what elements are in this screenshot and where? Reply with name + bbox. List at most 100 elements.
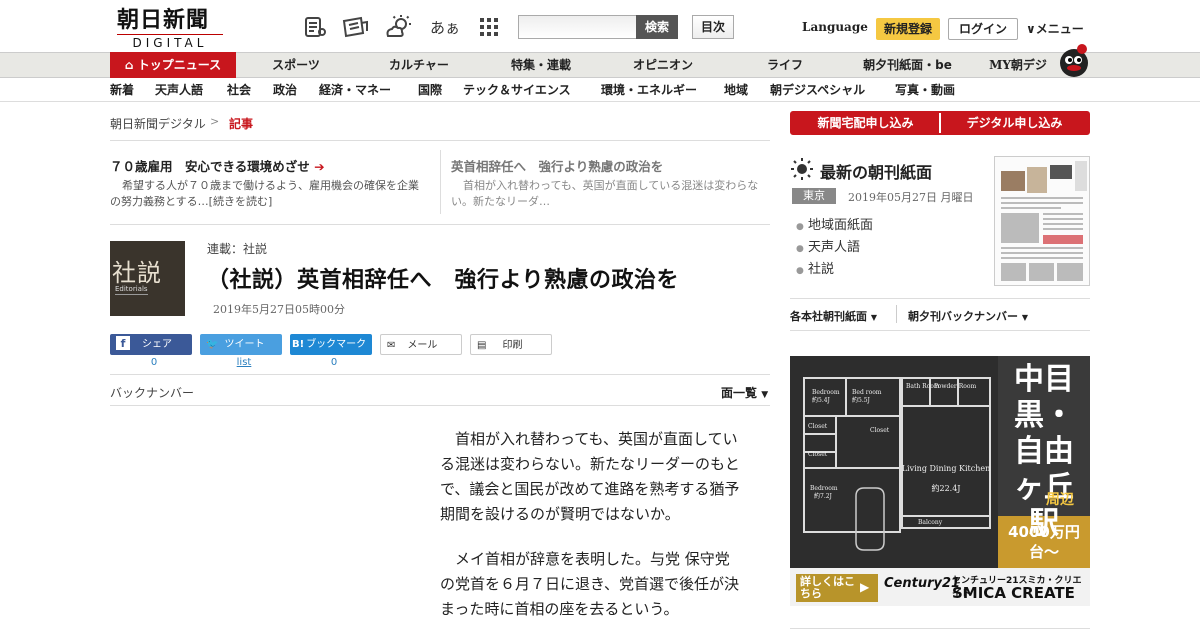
dropdown-label: 各本社朝刊紙面	[790, 310, 867, 323]
subscribe-digital-button[interactable]: デジタル申し込み	[941, 113, 1088, 133]
subscribe-paper-button[interactable]: 新聞宅配申し込み	[792, 113, 939, 133]
twitter-icon: 🐦	[206, 339, 219, 350]
caret-down-icon: ▼	[1021, 313, 1028, 322]
apps-icon[interactable]	[478, 14, 500, 40]
printer-icon: ▤	[477, 340, 487, 351]
nav-sports[interactable]: スポーツ	[246, 52, 346, 78]
ad-area-label: 約5.5J	[852, 396, 871, 404]
page-list-dropdown[interactable]: 面一覧 ▼	[721, 384, 768, 401]
bullet-icon: ●	[796, 266, 804, 276]
sidebar-link-local[interactable]: ● 地域面紙面	[796, 214, 873, 233]
ad-room-label: Closet	[808, 423, 828, 430]
related-article-summary[interactable]: 希望する人が７０歳まで働けるよう、雇用機会の確保を企業の努力義務とする…[続きを…	[110, 178, 428, 210]
article-paragraph: 首相が入れ替わっても、英国が直面している混迷は変わらない。新たなリーダーのもとで…	[440, 430, 740, 523]
newspaper-icon[interactable]	[340, 14, 370, 40]
divider	[110, 374, 770, 375]
hatena-icon: B!	[292, 339, 305, 350]
register-button[interactable]: 新規登録	[876, 18, 940, 40]
breadcrumb-current: 記事	[229, 117, 254, 131]
nav-life[interactable]: ライフ	[735, 52, 835, 78]
subnav-environment[interactable]: 環境・エネルギー	[601, 80, 697, 100]
divider	[790, 298, 1090, 299]
weather-icon[interactable]	[384, 14, 414, 40]
sun-icon	[791, 158, 813, 184]
nav-features[interactable]: 特集・連載	[491, 52, 591, 78]
subnav-region[interactable]: 地域	[724, 80, 748, 100]
nav-paper-be[interactable]: 朝夕刊紙面・be	[850, 52, 965, 78]
menu-label: メニュー	[1035, 22, 1084, 36]
language-link[interactable]: Language	[802, 20, 868, 34]
related-article-title-text: ７０歳雇用 安心できる環境めざせ	[110, 159, 310, 174]
ad-area-label: 約22.4J	[931, 483, 960, 493]
bookmark-count: 0	[330, 357, 338, 368]
share-label: シェア	[142, 339, 172, 350]
divider	[110, 140, 770, 141]
ad-room-label: Bed room	[852, 389, 882, 396]
paper-date: 2019年05月27日 月曜日	[848, 191, 974, 204]
subnav-special[interactable]: 朝デジスペシャル	[770, 80, 865, 100]
related-article-summary: 首相が入れ替わっても、英国が直面している混迷は変わらない。新たなリーダ…	[451, 179, 759, 208]
sidebar-link-tensei[interactable]: ● 天声人語	[796, 236, 860, 255]
related-article-title[interactable]: ７０歳雇用 安心できる環境めざせ ➔	[110, 156, 325, 175]
breadcrumb-separator: >	[210, 115, 220, 128]
backnumber-dropdown[interactable]: 朝夕刊バックナンバー ▼	[908, 308, 1028, 324]
advertisement[interactable]: Bedroom 約5.4J Bed room 約5.5J Closet Clos…	[790, 356, 1090, 606]
breadcrumb-home[interactable]: 朝日新聞デジタル	[110, 115, 206, 132]
ad-cta-button[interactable]: 詳しくはこちら	[800, 576, 860, 600]
morning-paper-title[interactable]: 最新の朝刊紙面	[820, 159, 932, 183]
subnav-photo-video[interactable]: 写真・動画	[895, 80, 955, 100]
editorial-thumbnail: 社説 Editorials	[110, 241, 185, 316]
ad-area-label: 約5.4J	[812, 396, 831, 404]
subnav-politics[interactable]: 政治	[273, 80, 297, 100]
font-size-icon[interactable]: あぁ	[430, 14, 460, 40]
logo-subtitle: DIGITAL	[117, 34, 223, 50]
ad-room-label: Bedroom	[812, 389, 840, 396]
bullet-icon: ●	[796, 222, 804, 232]
divider	[790, 330, 1090, 331]
menu-button[interactable]: ∨メニュー	[1026, 20, 1084, 37]
mascot-icon[interactable]	[1056, 42, 1092, 78]
play-icon: ▶	[860, 580, 870, 594]
nav-my-asahi[interactable]: MY朝デジ	[980, 52, 1056, 78]
mail-button[interactable]: ✉ メール	[380, 334, 462, 355]
subnav-tensei[interactable]: 天声人語	[155, 80, 203, 100]
tweet-list-link[interactable]: list	[203, 357, 285, 368]
ad-brand-logo: Century21	[884, 576, 961, 591]
sidebar-link-label: 地域面紙面	[808, 218, 874, 233]
subnav-latest[interactable]: 新着	[110, 80, 134, 100]
ad-price: 4000万円台〜	[1008, 523, 1080, 561]
backnumber-label[interactable]: バックナンバー	[110, 384, 194, 401]
sidebar-link-editorial[interactable]: ● 社説	[796, 258, 834, 277]
twitter-share-button[interactable]: 🐦 ツイート	[200, 334, 282, 355]
subnav-international[interactable]: 国際	[418, 80, 442, 100]
regional-papers-dropdown[interactable]: 各本社朝刊紙面 ▼	[790, 308, 877, 324]
facebook-icon: f	[116, 336, 130, 350]
ad-room-label: Living Dining Kitchen	[902, 464, 991, 473]
mail-icon: ✉	[387, 340, 396, 351]
hatena-bookmark-button[interactable]: B! ブックマーク	[290, 334, 372, 355]
subnav-economy[interactable]: 経済・マネー	[319, 80, 391, 100]
article-paragraph: メイ首相が辞意を表明した。与党 保守党 の党首を６月７日に退き、党首選で後任が決…	[440, 550, 739, 618]
print-button[interactable]: ▤ 印刷	[470, 334, 552, 355]
nav-top-news-label: トップニュース	[137, 58, 222, 72]
news-icon[interactable]	[302, 14, 328, 40]
caret-down-icon: ▼	[761, 390, 769, 400]
subnav-tech[interactable]: テック＆サイエンス	[463, 80, 571, 100]
search-button[interactable]: 検索	[636, 15, 678, 39]
ad-room-label: Bedroom	[810, 485, 838, 492]
nav-opinion[interactable]: オピニオン	[613, 52, 713, 78]
login-button[interactable]: ログイン	[948, 18, 1018, 40]
toc-button[interactable]: 目次	[692, 15, 734, 39]
series-label[interactable]: 連載：社説	[207, 240, 267, 257]
ad-room-label: Closet	[870, 427, 890, 434]
nav-top-news[interactable]: ⌂ トップニュース	[110, 52, 236, 78]
facebook-share-button[interactable]: f シェア	[110, 334, 192, 355]
region-badge: 東京	[792, 188, 836, 204]
search-input[interactable]	[518, 15, 638, 39]
ad-area-label: 約7.2J	[814, 492, 833, 500]
subnav-society[interactable]: 社会	[227, 80, 251, 100]
nav-culture[interactable]: カルチャー	[369, 52, 469, 78]
caret-down-icon: ▼	[870, 313, 877, 322]
newspaper-front-page-image[interactable]	[994, 156, 1090, 286]
site-logo[interactable]: 朝日新聞 DIGITAL	[117, 8, 229, 50]
